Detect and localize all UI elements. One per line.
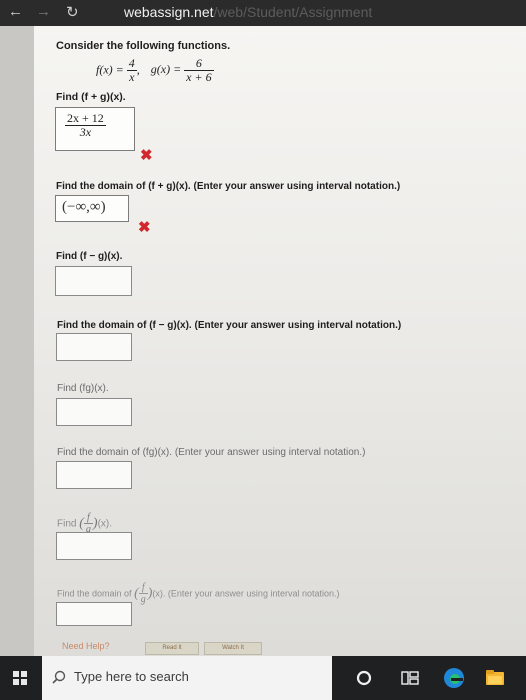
answer-product-domain[interactable] (56, 461, 132, 489)
answer-sum-domain[interactable]: (−∞,∞) (55, 195, 129, 222)
address-bar[interactable]: webassign.net/web/Student/Assignment (124, 4, 372, 20)
browser-toolbar: ← → ↻ webassign.net/web/Student/Assignme… (0, 0, 526, 26)
windows-start-icon[interactable] (13, 671, 27, 685)
question-product-function: Find (fg)(x). (57, 383, 109, 394)
file-explorer-icon[interactable] (485, 668, 505, 688)
refresh-icon[interactable]: ↻ (66, 3, 79, 21)
back-arrow-icon[interactable]: ← (8, 3, 23, 20)
answer-difference-domain[interactable] (56, 333, 132, 361)
g-fraction: 6 x + 6 (184, 56, 214, 85)
url-domain: webassign.net (124, 4, 214, 20)
url-path: /web/Student/Assignment (213, 4, 373, 20)
question-difference-domain: Find the domain of (f − g)(x). (Enter yo… (57, 320, 402, 331)
task-view-icon[interactable] (401, 669, 419, 687)
answer-product-function[interactable] (56, 398, 132, 426)
f-fraction: 4 x (126, 56, 137, 85)
windows-taskbar: Type here to search (0, 656, 526, 700)
search-placeholder: Type here to search (74, 669, 189, 684)
quotient-symbol: (f g) (134, 582, 153, 605)
question-product-domain: Find the domain of (fg)(x). (Enter your … (57, 447, 366, 458)
edge-browser-icon[interactable] (443, 667, 465, 689)
forward-arrow-icon[interactable]: → (36, 3, 51, 20)
answer-sum-function[interactable]: 2x + 12 3x (55, 107, 135, 151)
answer-sum-fraction: 2x + 12 3x (65, 111, 106, 140)
problem-intro: Consider the following functions. (56, 40, 231, 52)
quotient-symbol: (f g) (79, 512, 98, 535)
question-difference-function: Find (f − g)(x). (56, 251, 123, 262)
incorrect-icon: ✖ (140, 147, 153, 164)
need-help-label: Need Help? (62, 641, 110, 651)
function-definitions: f(x) = 4 x , g(x) = 6 x + 6 (96, 56, 214, 85)
watch-it-button[interactable]: Watch It (204, 642, 262, 655)
question-sum-function: Find (f + g)(x). (56, 91, 126, 103)
answer-difference-function[interactable] (55, 266, 132, 296)
page-left-margin (0, 26, 34, 656)
cortana-icon[interactable] (356, 670, 372, 686)
incorrect-icon: ✖ (138, 219, 151, 236)
read-it-button[interactable]: Read It (145, 642, 199, 655)
question-sum-domain: Find the domain of (f + g)(x). (Enter yo… (56, 181, 401, 192)
f-label: f(x) = (96, 62, 127, 77)
taskbar-search-box[interactable]: Type here to search (42, 656, 332, 700)
answer-quotient-domain[interactable] (56, 602, 132, 626)
search-icon (52, 670, 66, 684)
g-label: g(x) = (150, 62, 185, 77)
answer-quotient-function[interactable] (56, 532, 132, 560)
